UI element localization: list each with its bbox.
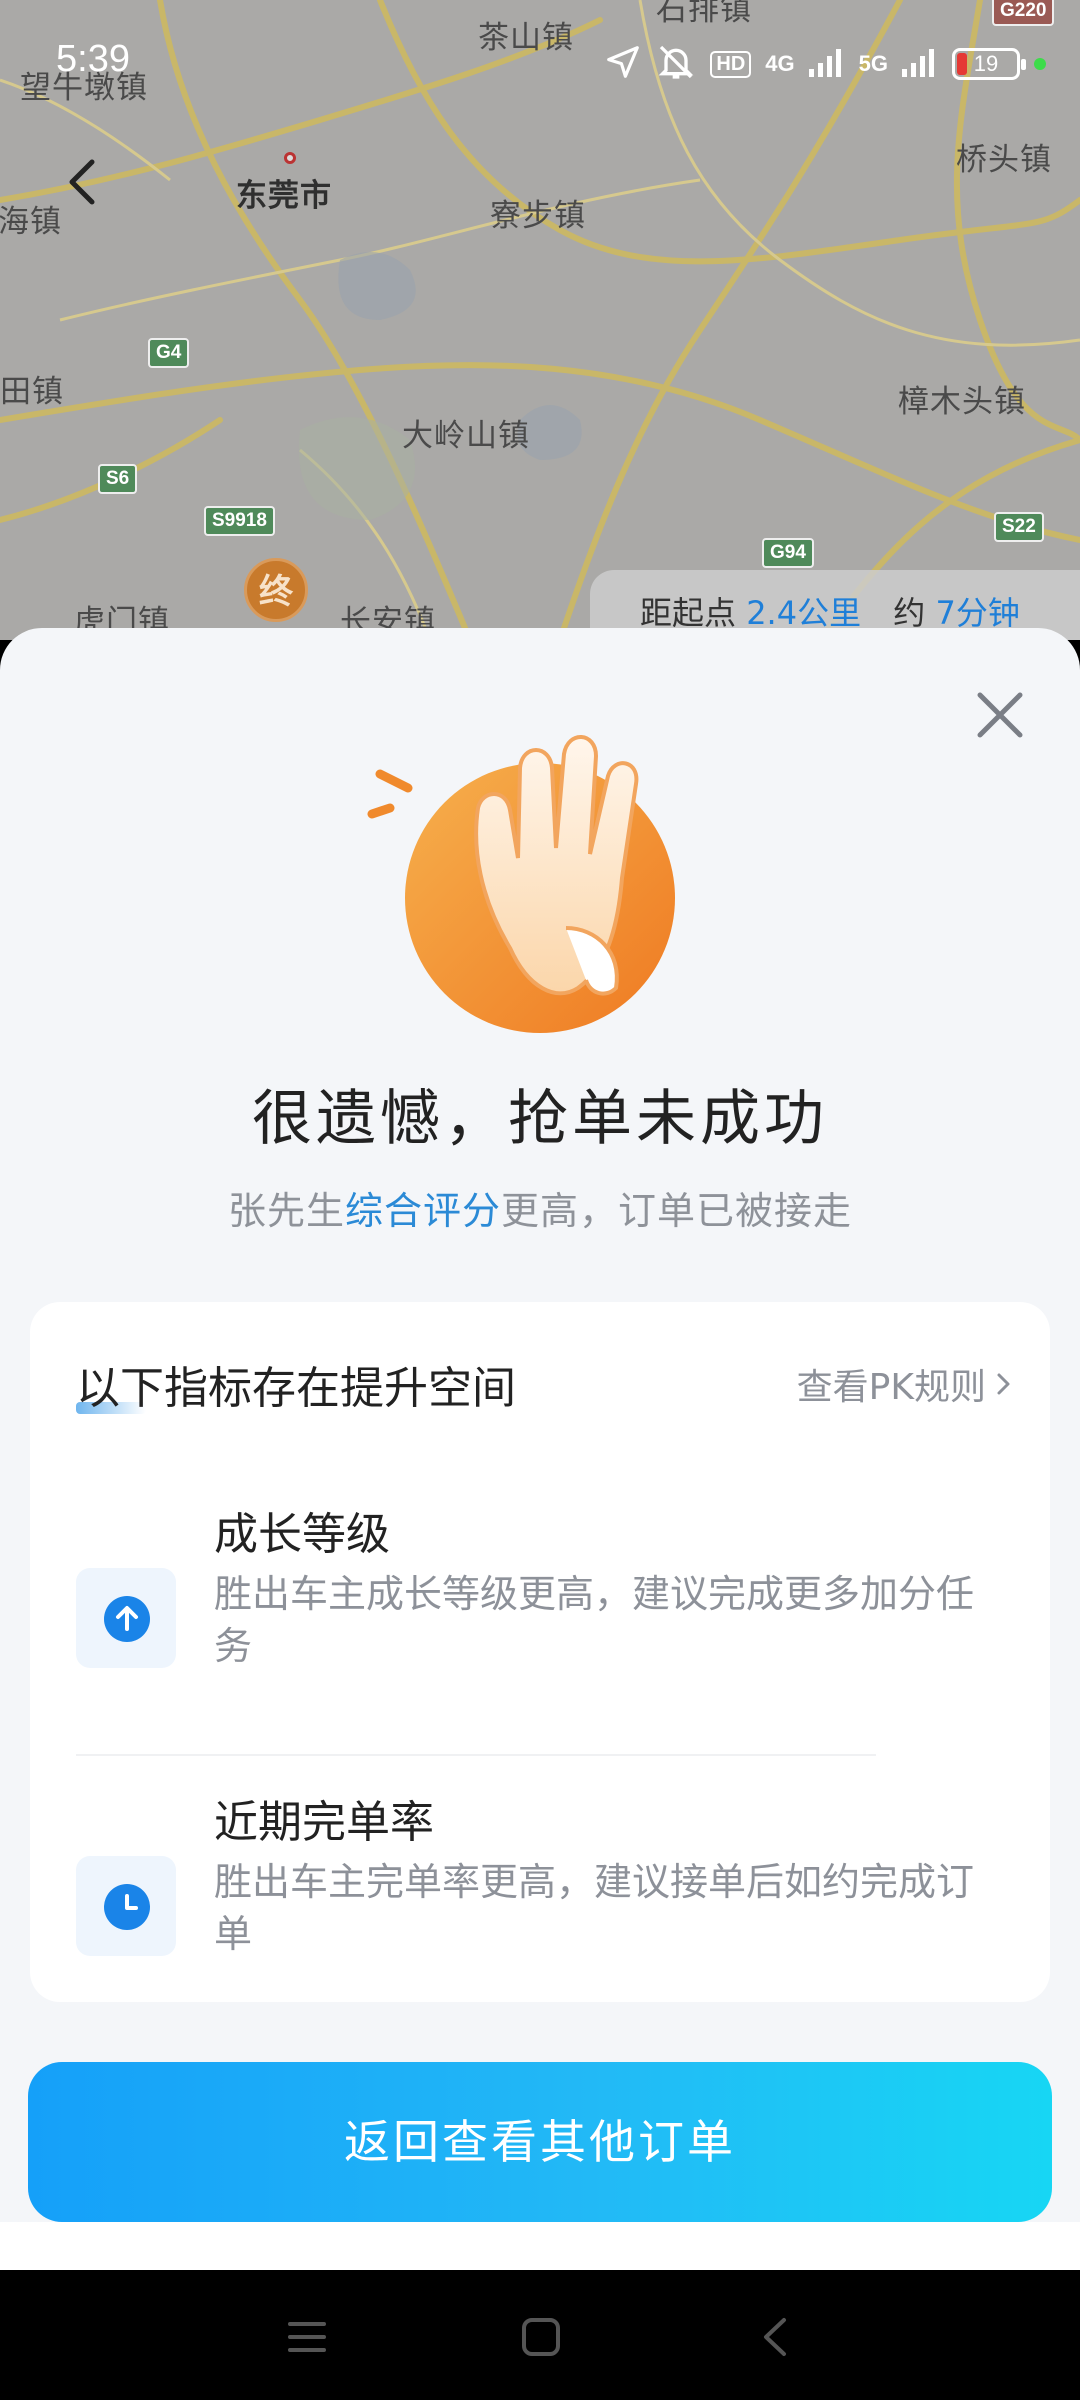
card-title: 以下指标存在提升空间 <box>76 1363 516 1414</box>
pk-rules-link[interactable]: 查看PK规则 <box>797 1358 1014 1410</box>
privacy-dot-icon <box>1034 58 1046 70</box>
road-sign: G4 <box>148 338 190 368</box>
road-sign: G94 <box>762 538 814 568</box>
signal-bars-icon <box>808 47 845 81</box>
back-button[interactable] <box>58 152 108 212</box>
signal-bars-icon <box>902 47 938 81</box>
metric-item-completion-rate: 近期完单率 胜出车主完单率更高，建议接单后如约完成订单 <box>76 1786 1016 1986</box>
status-bar: 5:39 HD 4G 5G 19 <box>0 0 1080 120</box>
metric-icon-box <box>76 1568 176 1668</box>
road-sign: S9918 <box>204 506 275 536</box>
time-value: 7分钟 <box>935 594 1020 632</box>
time-prefix: 约 <box>893 594 926 632</box>
battery-icon: 19 <box>952 48 1026 80</box>
status-icons: HD 4G 5G 19 <box>604 42 1046 86</box>
signal-4g-label: 4G <box>765 51 795 76</box>
back-arrow-icon <box>764 2318 786 2356</box>
return-to-orders-button[interactable]: 返回查看其他订单 <box>28 2062 1052 2222</box>
menu-icon <box>288 2322 326 2352</box>
improvement-card: 以下指标存在提升空间 查看PK规则 成长等级 胜出车主成长等级更高，建议完成更多… <box>30 1302 1050 2002</box>
metric-name: 近期完单率 <box>214 1797 434 1848</box>
destination-marker[interactable]: 终 <box>244 558 308 622</box>
result-sheet: 很遗憾，抢单未成功 张先生综合评分更高，订单已被接走 以下指标存在提升空间 查看… <box>0 628 1080 2270</box>
city-dot-icon <box>284 152 296 164</box>
clock-icon <box>104 1884 150 1930</box>
map-town-label: 大岭山镇 <box>402 418 530 454</box>
map-view[interactable]: 茶山镇 石排镇 望牛墩镇 东莞市 寮步镇 桥头镇 海镇 田镇 樟木头镇 大岭山镇… <box>0 0 1080 640</box>
status-time: 5:39 <box>56 38 130 80</box>
distance-value: 2.4公里 <box>746 594 862 632</box>
signal-5g-label: 5G <box>858 51 888 76</box>
road-sign: S6 <box>98 464 138 494</box>
map-town-label: 寮步镇 <box>490 198 586 234</box>
metric-description: 胜出车主成长等级更高，建议完成更多加分任务 <box>214 1572 975 1668</box>
nav-home-button[interactable] <box>518 2314 564 2364</box>
road-sign: S22 <box>994 512 1044 542</box>
metric-icon-box <box>76 1856 176 1956</box>
overall-score-link[interactable]: 综合评分 <box>345 1189 501 1233</box>
map-town-label: 樟木头镇 <box>898 384 1026 420</box>
pk-rules-label: 查看PK规则 <box>796 1367 986 1408</box>
sheet-footer <box>0 2222 1080 2270</box>
result-subtitle: 张先生综合评分更高，订单已被接走 <box>0 1180 1080 1235</box>
result-title: 很遗憾，抢单未成功 <box>252 1084 828 1154</box>
metric-item-growth-level: 成长等级 胜出车主成长等级更高，建议完成更多加分任务 <box>76 1498 1016 1698</box>
metric-name: 成长等级 <box>214 1509 390 1560</box>
close-button[interactable] <box>968 683 1032 747</box>
close-icon <box>977 692 1023 738</box>
nav-recents-button[interactable] <box>284 2314 330 2364</box>
system-nav-bar <box>0 2270 1080 2400</box>
map-town-label: 田镇 <box>0 374 64 410</box>
location-icon <box>604 43 642 85</box>
chevron-left-icon <box>69 159 95 205</box>
divider <box>76 1754 876 1756</box>
subtitle-prefix: 张先生 <box>227 1189 345 1233</box>
map-town-label: 海镇 <box>0 204 62 240</box>
subtitle-suffix: 更高，订单已被接走 <box>501 1189 853 1233</box>
hd-badge: HD <box>710 50 752 78</box>
distance-label: 距起点 <box>640 594 737 632</box>
waving-hand-icon <box>360 698 690 1038</box>
map-town-label: 桥头镇 <box>956 142 1052 178</box>
home-square-icon <box>522 2318 560 2356</box>
arrow-up-icon <box>104 1596 150 1642</box>
map-city-label: 东莞市 <box>236 178 332 214</box>
chevron-right-icon <box>997 1373 1010 1395</box>
nav-back-button[interactable] <box>754 2314 800 2364</box>
mute-bell-icon <box>656 42 696 86</box>
metric-description: 胜出车主完单率更高，建议接单后如约完成订单 <box>214 1860 975 1956</box>
